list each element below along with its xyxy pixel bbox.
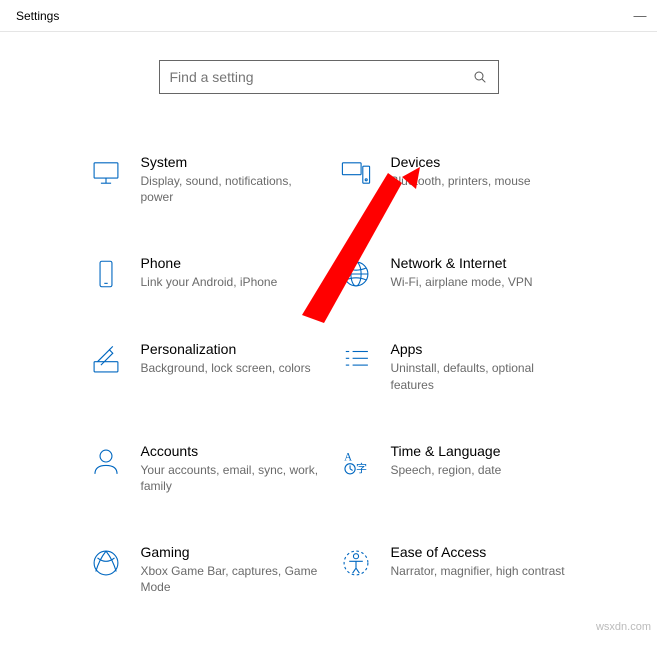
time-language-icon: A字 <box>339 445 373 479</box>
tile-subtitle: Bluetooth, printers, mouse <box>391 173 531 189</box>
settings-grid: System Display, sound, notifications, po… <box>0 154 657 596</box>
globe-icon <box>339 257 373 291</box>
search-box[interactable] <box>159 60 499 94</box>
tile-subtitle: Background, lock screen, colors <box>141 360 311 376</box>
tile-subtitle: Narrator, magnifier, high contrast <box>391 563 565 579</box>
tile-system[interactable]: System Display, sound, notifications, po… <box>89 154 319 205</box>
phone-icon <box>89 257 123 291</box>
tile-title: Network & Internet <box>391 255 533 271</box>
tile-title: Time & Language <box>391 443 502 459</box>
tile-title: Ease of Access <box>391 544 565 560</box>
tile-title: Phone <box>141 255 278 271</box>
tile-title: System <box>141 154 319 170</box>
tile-subtitle: Xbox Game Bar, captures, Game Mode <box>141 563 319 595</box>
tile-subtitle: Link your Android, iPhone <box>141 274 278 290</box>
person-icon <box>89 445 123 479</box>
tile-subtitle: Display, sound, notifications, power <box>141 173 319 205</box>
gaming-icon <box>89 546 123 580</box>
titlebar: Settings — <box>0 0 657 32</box>
tile-title: Devices <box>391 154 531 170</box>
svg-text:A: A <box>344 451 352 463</box>
tile-devices[interactable]: Devices Bluetooth, printers, mouse <box>339 154 569 205</box>
paintbrush-icon <box>89 343 123 377</box>
tile-subtitle: Your accounts, email, sync, work, family <box>141 462 319 494</box>
tile-gaming[interactable]: Gaming Xbox Game Bar, captures, Game Mod… <box>89 544 319 595</box>
window-title: Settings <box>10 9 59 23</box>
tile-subtitle: Wi-Fi, airplane mode, VPN <box>391 274 533 290</box>
tile-subtitle: Uninstall, defaults, optional features <box>391 360 569 392</box>
apps-icon <box>339 343 373 377</box>
accessibility-icon <box>339 546 373 580</box>
minimize-button[interactable]: — <box>633 8 647 23</box>
tile-title: Gaming <box>141 544 319 560</box>
tile-title: Apps <box>391 341 569 357</box>
tile-network[interactable]: Network & Internet Wi-Fi, airplane mode,… <box>339 255 569 291</box>
tile-title: Personalization <box>141 341 311 357</box>
tile-title: Accounts <box>141 443 319 459</box>
window-controls: — <box>633 8 647 23</box>
tile-time-language[interactable]: A字 Time & Language Speech, region, date <box>339 443 569 494</box>
search-icon <box>472 69 488 85</box>
tile-ease-of-access[interactable]: Ease of Access Narrator, magnifier, high… <box>339 544 569 595</box>
tile-subtitle: Speech, region, date <box>391 462 502 478</box>
search-container <box>0 60 657 94</box>
watermark: wsxdn.com <box>596 621 651 633</box>
tile-accounts[interactable]: Accounts Your accounts, email, sync, wor… <box>89 443 319 494</box>
tile-personalization[interactable]: Personalization Background, lock screen,… <box>89 341 319 392</box>
devices-icon <box>339 156 373 190</box>
tile-phone[interactable]: Phone Link your Android, iPhone <box>89 255 319 291</box>
svg-text:字: 字 <box>356 461 367 475</box>
system-icon <box>89 156 123 190</box>
tile-apps[interactable]: Apps Uninstall, defaults, optional featu… <box>339 341 569 392</box>
search-input[interactable] <box>170 69 472 85</box>
